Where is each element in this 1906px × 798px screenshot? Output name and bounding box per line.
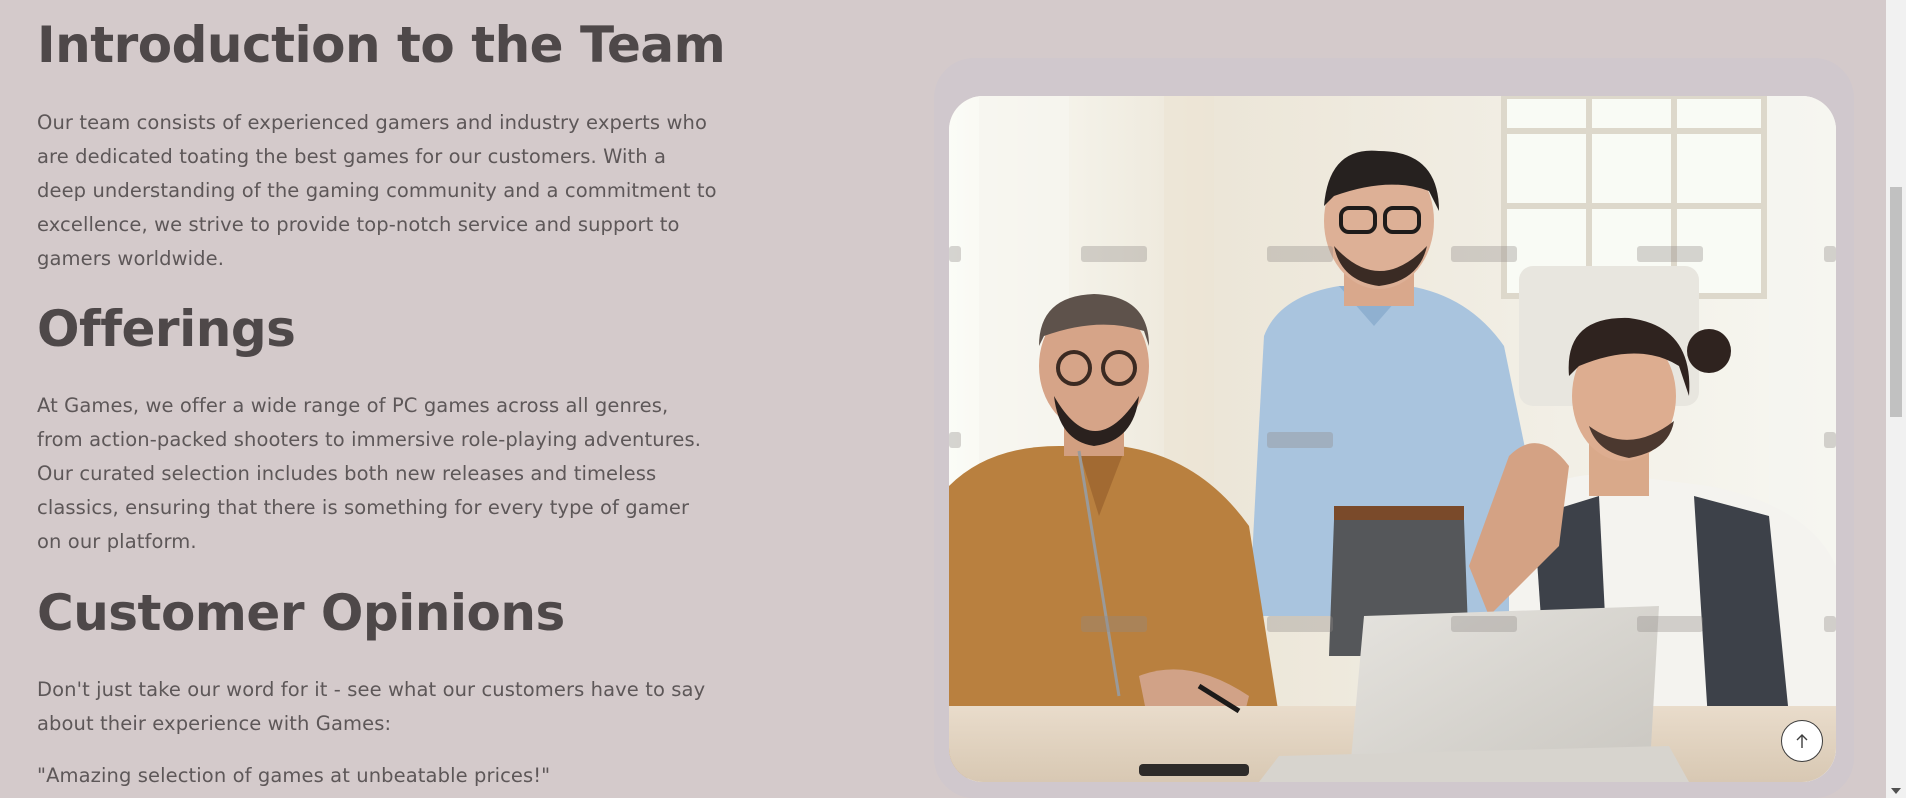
scrollbar-thumb[interactable] bbox=[1890, 187, 1902, 417]
team-paragraph: Our team consists of experienced gamers … bbox=[37, 111, 717, 270]
back-to-top-button[interactable] bbox=[1781, 720, 1823, 762]
team-heading: Introduction to the Team bbox=[37, 16, 726, 74]
arrow-up-icon bbox=[1796, 734, 1808, 748]
opinions-paragraph: Don't just take our word for it - see wh… bbox=[37, 678, 706, 735]
opinions-heading: Customer Opinions bbox=[37, 584, 565, 642]
team-photo bbox=[949, 96, 1836, 782]
scroll-down-arrow-icon[interactable] bbox=[1891, 788, 1901, 794]
customer-quote: "Amazing selection of games at unbeatabl… bbox=[37, 764, 551, 787]
page-scrollbar[interactable] bbox=[1886, 0, 1906, 798]
offerings-heading: Offerings bbox=[37, 300, 296, 358]
offerings-paragraph: At Games, we offer a wide range of PC ga… bbox=[37, 394, 702, 553]
